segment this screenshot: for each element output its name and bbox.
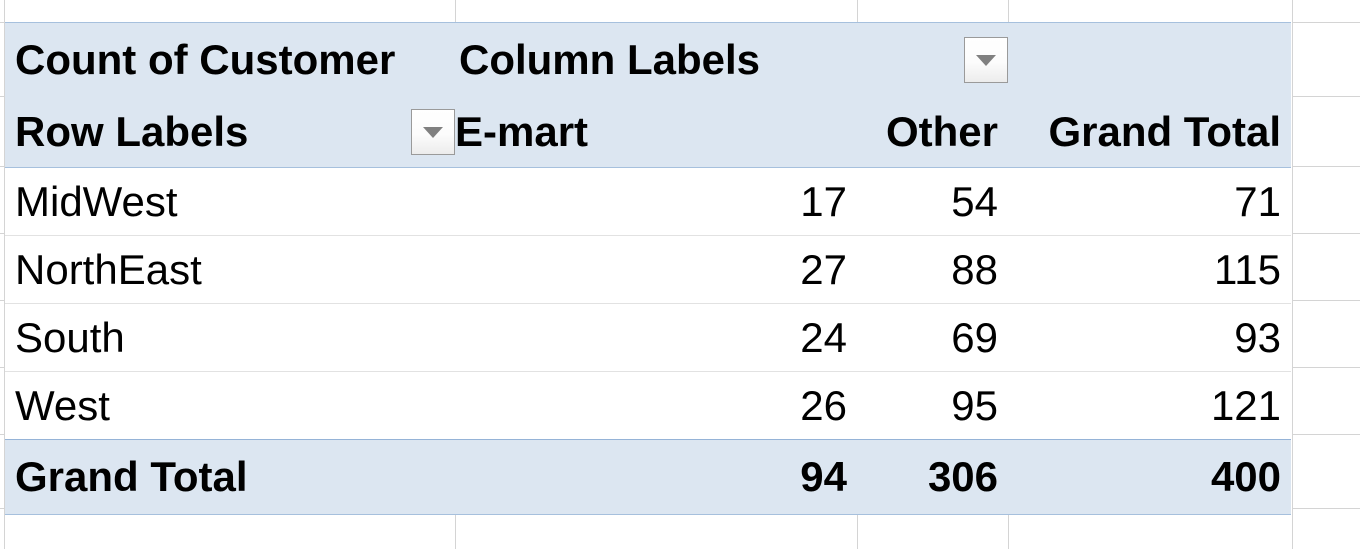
row-label-south[interactable]: South — [5, 303, 455, 372]
gridline-vertical — [455, 0, 456, 22]
row-labels-header-label: Row Labels — [15, 108, 249, 155]
gridline-vertical — [1008, 0, 1009, 22]
gridline-horizontal — [1292, 508, 1360, 509]
chevron-down-icon — [423, 126, 443, 138]
grand-total-row: Grand Total 94 306 400 — [5, 439, 1292, 515]
row-label-northeast[interactable]: NorthEast — [5, 235, 455, 304]
pivot-header-row-top: Count of Customer Column Labels — [5, 22, 1292, 97]
cell-northeast-emart[interactable]: 27 — [455, 235, 857, 304]
gridline-horizontal — [1292, 300, 1360, 301]
column-labels-header-label: Column Labels — [459, 36, 761, 83]
gridline-horizontal — [1292, 233, 1360, 234]
row-labels-filter-dropdown-button[interactable] — [411, 109, 455, 155]
grand-total-other[interactable]: 306 — [857, 439, 1009, 515]
cell-west-other[interactable]: 95 — [857, 371, 1009, 440]
gridline-horizontal — [1292, 22, 1360, 23]
pivot-table: Count of Customer Column Labels Row Labe… — [5, 22, 1292, 515]
column-header-grand-total[interactable]: Grand Total — [1008, 97, 1292, 168]
cell-south-other[interactable]: 69 — [857, 303, 1009, 372]
cell-midwest-grand-total[interactable]: 71 — [1008, 167, 1292, 236]
column-labels-filter-dropdown-button[interactable] — [964, 37, 1009, 83]
gridline-horizontal — [1292, 166, 1360, 167]
value-field-cell[interactable]: Count of Customer — [5, 22, 455, 97]
table-row: NorthEast 27 88 115 — [5, 235, 1292, 304]
gridline-vertical — [1292, 0, 1293, 549]
cell-northeast-grand-total[interactable]: 115 — [1008, 235, 1292, 304]
cell-northeast-other[interactable]: 88 — [857, 235, 1009, 304]
table-row: West 26 95 121 — [5, 371, 1292, 440]
grand-total-grand-total[interactable]: 400 — [1008, 439, 1292, 515]
gridline-horizontal — [1292, 367, 1360, 368]
cell-south-grand-total[interactable]: 93 — [1008, 303, 1292, 372]
cell-west-emart[interactable]: 26 — [455, 371, 857, 440]
cell-west-grand-total[interactable]: 121 — [1008, 371, 1292, 440]
row-labels-cell[interactable]: Row Labels — [5, 97, 455, 168]
row-label-midwest[interactable]: MidWest — [5, 167, 455, 236]
column-header-emart[interactable]: E-mart — [455, 97, 857, 168]
cell-midwest-other[interactable]: 54 — [857, 167, 1009, 236]
pivot-header-row-bottom: Row Labels E-mart Other Grand Total — [5, 97, 1292, 168]
chevron-down-icon — [976, 54, 997, 66]
row-label-west[interactable]: West — [5, 371, 455, 440]
value-field-label: Count of Customer — [15, 36, 396, 83]
cell-south-emart[interactable]: 24 — [455, 303, 857, 372]
grand-total-emart[interactable]: 94 — [455, 439, 857, 515]
cell-midwest-emart[interactable]: 17 — [455, 167, 857, 236]
column-header-other[interactable]: Other — [857, 97, 1009, 168]
column-labels-cell[interactable]: Column Labels — [455, 22, 1009, 97]
grand-total-label[interactable]: Grand Total — [5, 439, 455, 515]
table-row: MidWest 17 54 71 — [5, 167, 1292, 236]
gridline-horizontal — [1292, 96, 1360, 97]
gridline-vertical — [857, 0, 858, 22]
table-row: South 24 69 93 — [5, 303, 1292, 372]
gridline-horizontal — [1292, 434, 1360, 435]
header-top-blank-cell — [1008, 22, 1292, 97]
